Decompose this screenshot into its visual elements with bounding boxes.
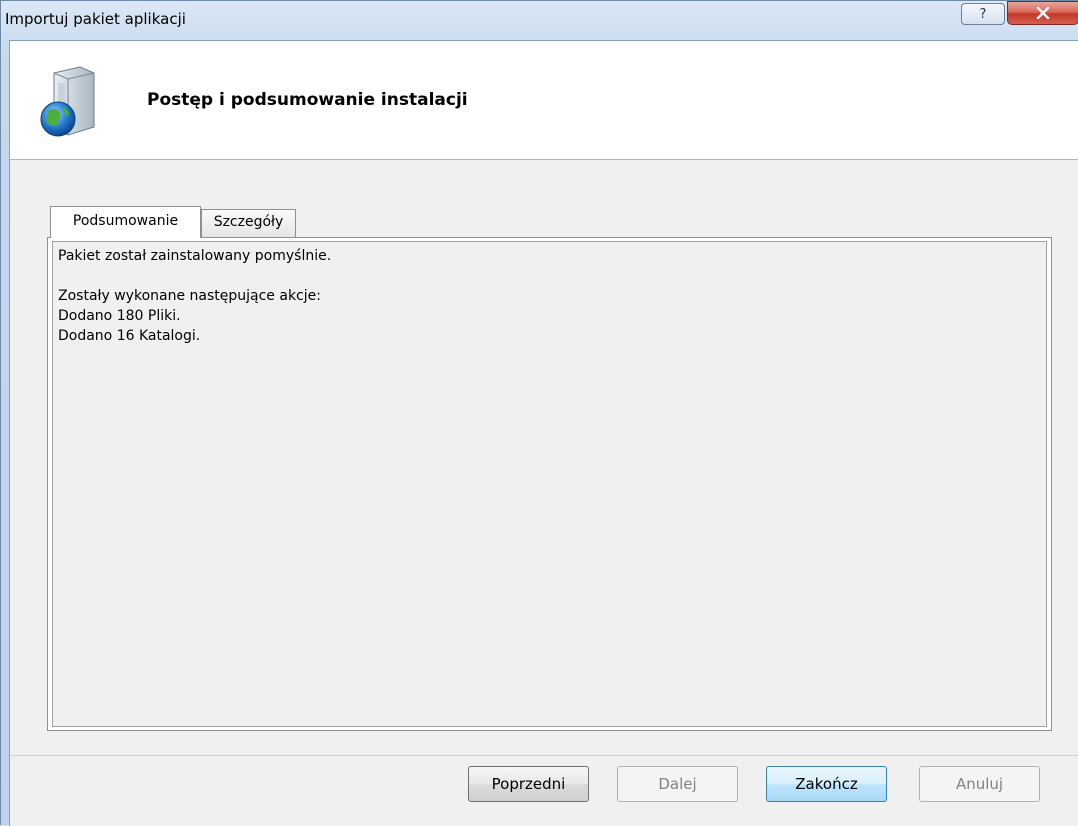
window-title: Importuj pakiet aplikacji	[5, 10, 186, 28]
dialog-client-area: Postęp i podsumowanie instalacji Podsumo…	[9, 40, 1078, 826]
help-icon: ?	[979, 6, 987, 22]
page-title: Postęp i podsumowanie instalacji	[147, 90, 468, 110]
dialog-window: Importuj pakiet aplikacji ? Postęp i pod…	[0, 0, 1078, 826]
close-button[interactable]	[1007, 1, 1078, 25]
summary-line: Dodano 16 Katalogi.	[58, 328, 201, 344]
cancel-button[interactable]: Anuluj	[919, 766, 1040, 802]
help-button[interactable]: ?	[961, 3, 1005, 25]
previous-button[interactable]: Poprzedni	[468, 766, 589, 802]
footer-divider	[10, 755, 1078, 756]
wizard-header: Postęp i podsumowanie instalacji	[10, 41, 1078, 160]
summary-line	[58, 266, 1041, 286]
summary-line: Zostały wykonane następujące akcje:	[58, 288, 321, 304]
summary-line: Pakiet został zainstalowany pomyślnie.	[58, 248, 332, 264]
summary-line: Dodano 180 Pliki.	[58, 308, 181, 324]
close-icon	[1036, 7, 1050, 19]
tab-panel-summary: Pakiet został zainstalowany pomyślnie. Z…	[47, 237, 1052, 731]
summary-text-box[interactable]: Pakiet został zainstalowany pomyślnie. Z…	[52, 241, 1047, 727]
package-globe-icon	[40, 66, 95, 137]
tab-details[interactable]: Szczegóły	[201, 209, 296, 237]
finish-button[interactable]: Zakończ	[766, 766, 887, 802]
next-button[interactable]: Dalej	[617, 766, 738, 802]
tab-summary[interactable]: Podsumowanie	[50, 206, 201, 238]
